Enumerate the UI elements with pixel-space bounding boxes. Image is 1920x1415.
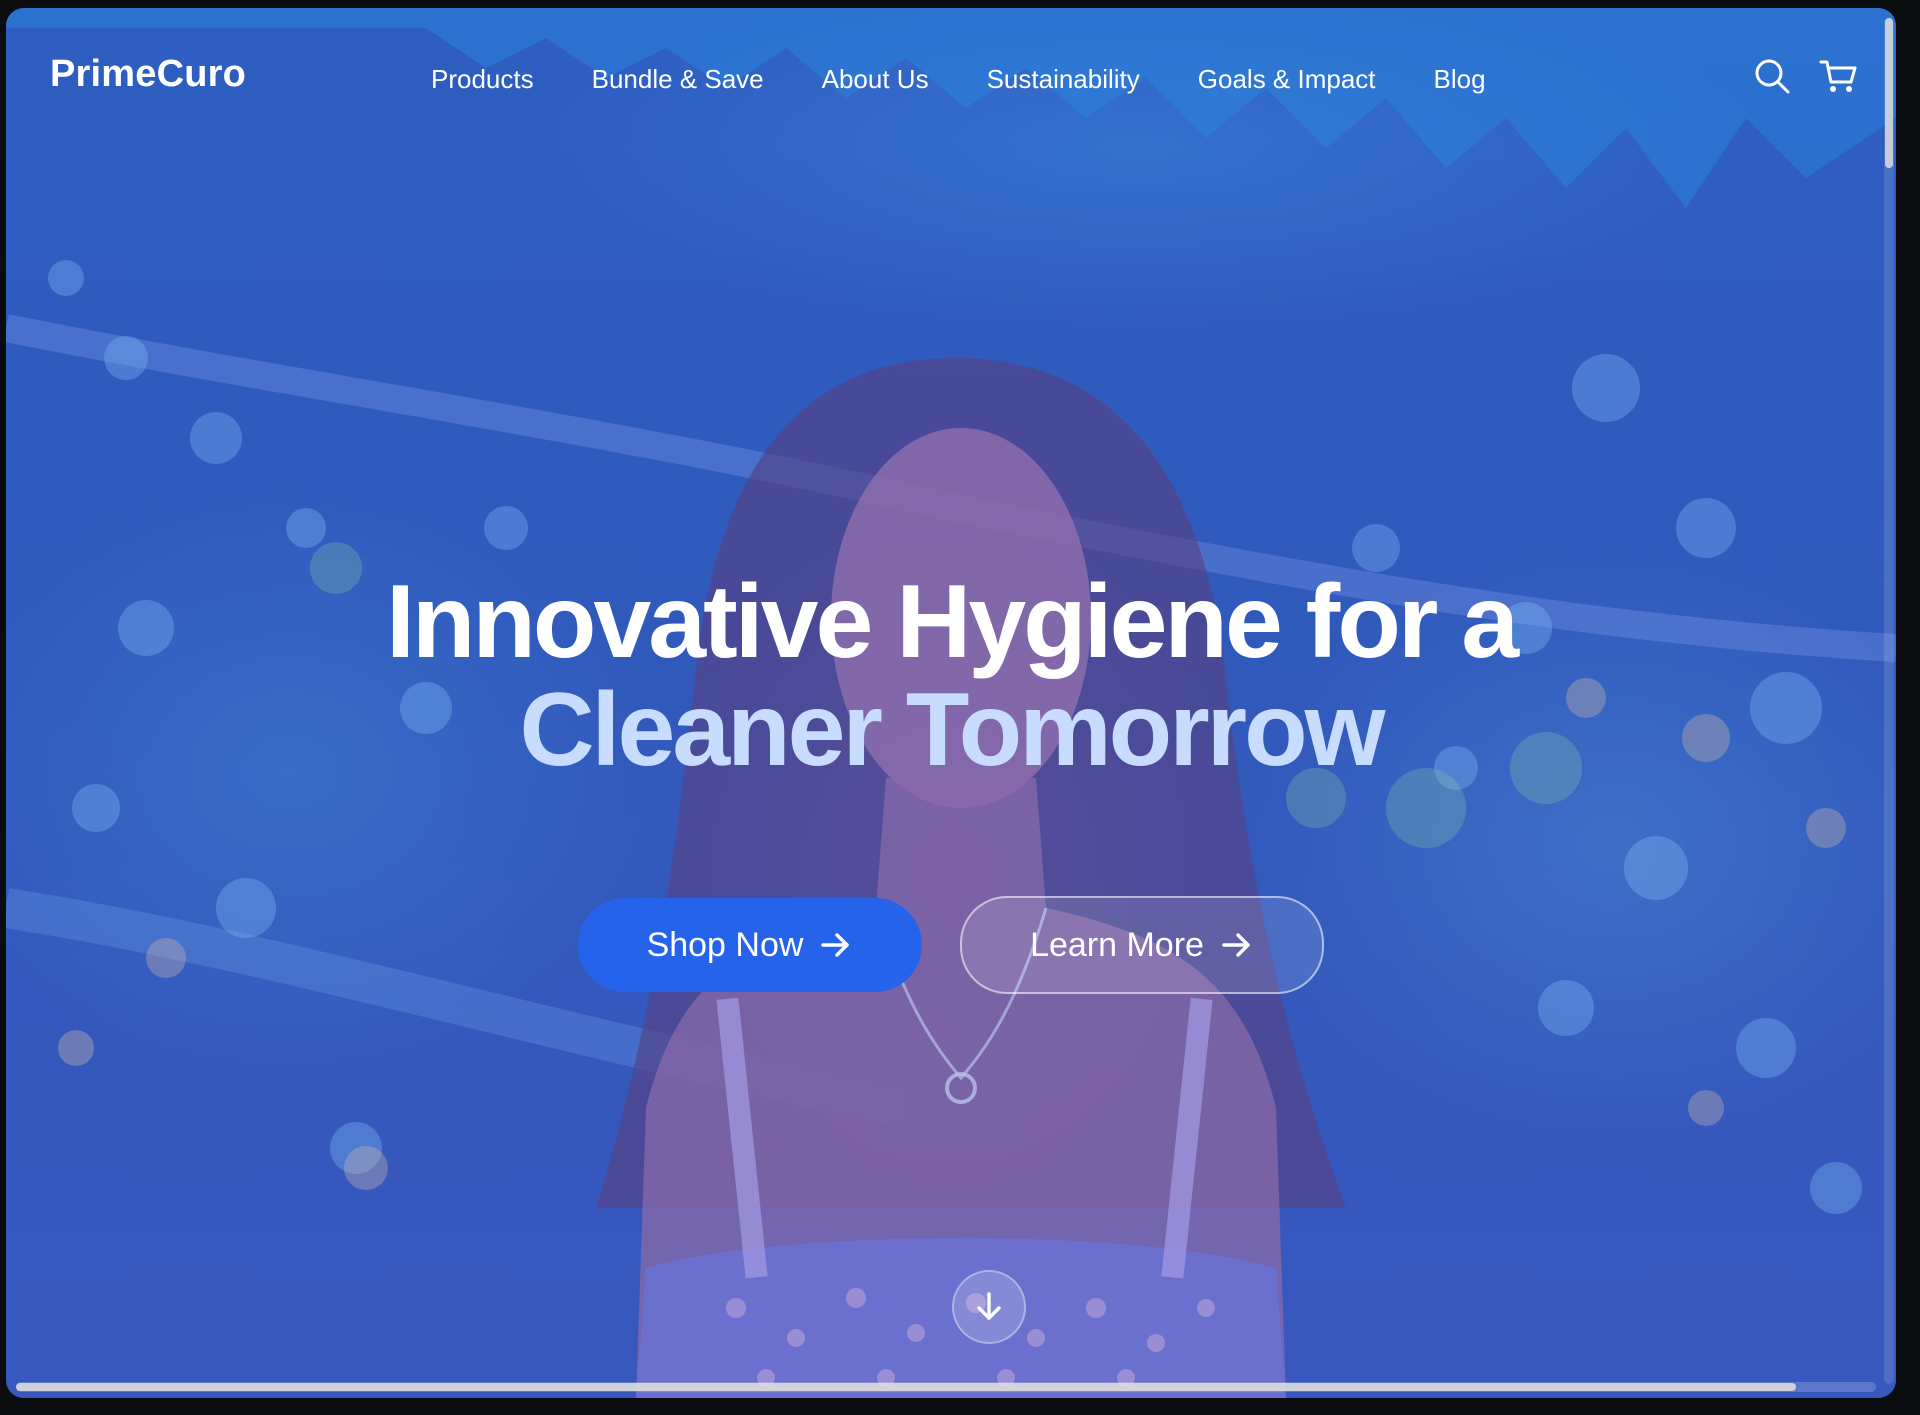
hero-heading-line2: Cleaner Tomorrow <box>519 672 1385 788</box>
search-icon <box>1755 59 1790 94</box>
nav-item-blog[interactable]: Blog <box>1434 64 1486 94</box>
nav-item-products[interactable]: Products <box>431 64 534 94</box>
search-button[interactable] <box>1752 56 1792 96</box>
nav-item-sustainability[interactable]: Sustainability <box>987 64 1140 94</box>
nav-item-about-us[interactable]: About Us <box>822 64 929 94</box>
nav-item-goals-impact[interactable]: Goals & Impact <box>1198 64 1376 94</box>
learn-more-label: Learn More <box>1030 925 1204 964</box>
browser-viewport: PrimeCuro Products Bundle & Save About U… <box>6 8 1896 1398</box>
arrow-right-icon <box>821 933 850 957</box>
vertical-scrollbar-thumb[interactable] <box>1885 18 1893 168</box>
brand-logo[interactable]: PrimeCuro <box>50 53 246 96</box>
nav-item-bundle-save[interactable]: Bundle & Save <box>592 64 764 94</box>
shop-now-button[interactable]: Shop Now <box>578 898 922 992</box>
arrow-down-icon <box>977 1292 1001 1320</box>
horizontal-scrollbar[interactable] <box>16 1382 1876 1392</box>
shop-now-label: Shop Now <box>646 925 804 964</box>
hero-heading-line1: Innovative Hygiene for a <box>385 564 1519 680</box>
learn-more-button[interactable]: Learn More <box>960 896 1324 994</box>
scroll-down-button[interactable] <box>952 1270 1026 1344</box>
arrow-right-icon <box>1222 933 1250 957</box>
site-header: PrimeCuro Products Bundle & Save About U… <box>6 8 1896 148</box>
hero-heading: Innovative Hygiene for a Cleaner Tomorro… <box>6 568 1896 784</box>
cart-button[interactable] <box>1818 56 1858 96</box>
horizontal-scrollbar-thumb[interactable] <box>16 1383 1796 1391</box>
cart-icon <box>1819 60 1857 92</box>
vertical-scrollbar[interactable] <box>1884 18 1894 1384</box>
main-nav: Products Bundle & Save About Us Sustaina… <box>431 64 1486 94</box>
